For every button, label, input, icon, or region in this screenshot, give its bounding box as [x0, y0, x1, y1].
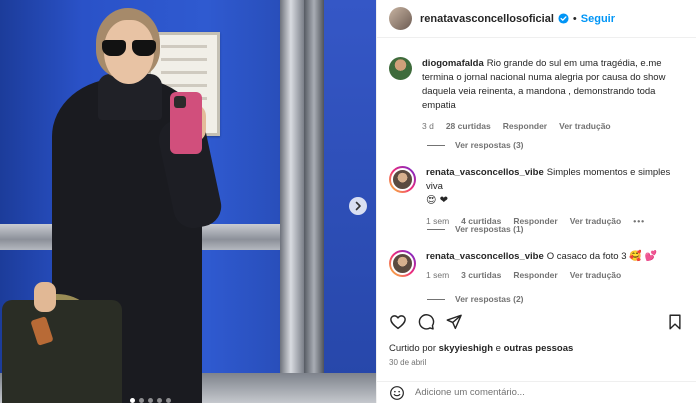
- likes-prefix: Curtido por: [389, 343, 436, 354]
- replies-line: [427, 298, 445, 300]
- author-username[interactable]: renatavasconcellosoficial: [420, 13, 554, 25]
- comment-item: renata_vasconcellos_vibe O casaco da foto…: [389, 250, 686, 282]
- view-replies-button[interactable]: Ver respostas (3): [427, 140, 524, 150]
- comment-likes[interactable]: 3 curtidas: [461, 268, 501, 282]
- author-avatar[interactable]: [389, 7, 412, 30]
- comment-emoji: 🥰 💕: [629, 251, 658, 262]
- likes-summary[interactable]: Curtido por skyyieshigh e outras pessoas: [389, 343, 573, 354]
- pink-phone: [170, 92, 202, 154]
- comment-item: diogomafalda Rio grande do sul em uma tra…: [389, 57, 686, 133]
- commenter-username[interactable]: renata_vasconcellos_vibe: [426, 251, 544, 262]
- likes-conjunction: e: [495, 343, 501, 354]
- sunglasses: [102, 40, 156, 56]
- add-comment-bar: [377, 381, 696, 403]
- translate-button[interactable]: Ver tradução: [570, 268, 622, 282]
- paper-plane-icon: [446, 314, 462, 330]
- replies-line: [427, 144, 445, 146]
- smiley-icon[interactable]: [389, 385, 405, 401]
- view-replies-label: Ver respostas (2): [455, 294, 524, 304]
- comments-list[interactable]: diogomafalda Rio grande do sul em uma tra…: [377, 38, 696, 304]
- comment-bubble-icon: [418, 314, 435, 330]
- commenter-avatar[interactable]: [389, 166, 416, 193]
- next-photo-button[interactable]: [349, 197, 367, 215]
- post-date[interactable]: 30 de abril: [389, 358, 426, 367]
- carousel-dot: [130, 398, 135, 403]
- carousel-dots: [130, 398, 171, 403]
- view-replies-label: Ver respostas (3): [455, 140, 524, 150]
- instagram-post-modal: renatavasconcellosoficial • Seguir diogo…: [0, 0, 696, 403]
- comment-text-line: renata_vasconcellos_vibe O casaco da foto…: [426, 250, 686, 264]
- comment-time: 3 d: [422, 121, 434, 131]
- elevator-rail: [304, 0, 324, 403]
- follow-button[interactable]: Seguir: [581, 13, 615, 25]
- commenter-avatar[interactable]: [389, 250, 416, 277]
- comment-body: renata_vasconcellos_vibe O casaco da foto…: [426, 250, 686, 282]
- post-header: renatavasconcellosoficial • Seguir: [377, 0, 696, 38]
- comment-input[interactable]: [415, 387, 595, 398]
- bookmark-icon: [669, 314, 681, 330]
- heart-icon: [390, 315, 406, 330]
- comment-text: O casaco da foto 3: [546, 251, 627, 262]
- chevron-right-icon: [355, 201, 361, 211]
- comment-emoji: 😍 ❤: [426, 195, 448, 206]
- translate-button[interactable]: Ver tradução: [559, 119, 611, 133]
- replies-line: [427, 228, 445, 230]
- commenter-username[interactable]: renata_vasconcellos_vibe: [426, 167, 544, 178]
- save-button[interactable]: [664, 311, 686, 333]
- carousel-dot: [166, 398, 171, 403]
- commenter-avatar[interactable]: [389, 57, 412, 80]
- comment-likes[interactable]: 28 curtidas: [446, 119, 491, 133]
- comment-item: renata_vasconcellos_vibe Simples momentos…: [389, 166, 686, 228]
- share-button[interactable]: [443, 311, 465, 333]
- liker-username[interactable]: skyyieshigh: [439, 343, 493, 354]
- post-actions: [387, 310, 686, 334]
- like-button[interactable]: [387, 311, 409, 333]
- comment-meta: 1 sem 3 curtidas Responder Ver tradução: [426, 268, 686, 282]
- comment-body: renata_vasconcellos_vibe Simples momentos…: [426, 166, 686, 228]
- separator-dot: •: [572, 12, 577, 25]
- verified-badge-icon: [558, 13, 569, 24]
- translate-button[interactable]: Ver tradução: [570, 214, 622, 228]
- reply-button[interactable]: Responder: [503, 119, 547, 133]
- view-replies-button[interactable]: Ver respostas (2): [427, 294, 524, 304]
- comment-button[interactable]: [415, 311, 437, 333]
- post-side-panel: renatavasconcellosoficial • Seguir diogo…: [376, 0, 696, 403]
- carousel-dot: [148, 398, 153, 403]
- carousel-dot: [157, 398, 162, 403]
- likes-others-link[interactable]: outras pessoas: [504, 343, 574, 354]
- comment-meta: 3 d 28 curtidas Responder Ver tradução: [422, 119, 686, 133]
- comment-time: 1 sem: [426, 270, 450, 280]
- reply-button[interactable]: Responder: [513, 268, 557, 282]
- carousel-dot: [139, 398, 144, 403]
- post-photo[interactable]: [0, 0, 376, 403]
- comment-body: diogomafalda Rio grande do sul em uma tra…: [422, 57, 686, 133]
- more-options-icon[interactable]: •••: [633, 214, 645, 228]
- elevator-rail: [280, 0, 304, 403]
- view-replies-label: Ver respostas (1): [455, 224, 524, 234]
- comment-text-line: diogomafalda Rio grande do sul em uma tra…: [422, 57, 686, 113]
- bag: [2, 300, 122, 403]
- view-replies-button[interactable]: Ver respostas (1): [427, 224, 524, 234]
- commenter-username[interactable]: diogomafalda: [422, 58, 484, 69]
- comment-text-line: renata_vasconcellos_vibe Simples momentos…: [426, 166, 686, 194]
- person-hand: [34, 282, 56, 312]
